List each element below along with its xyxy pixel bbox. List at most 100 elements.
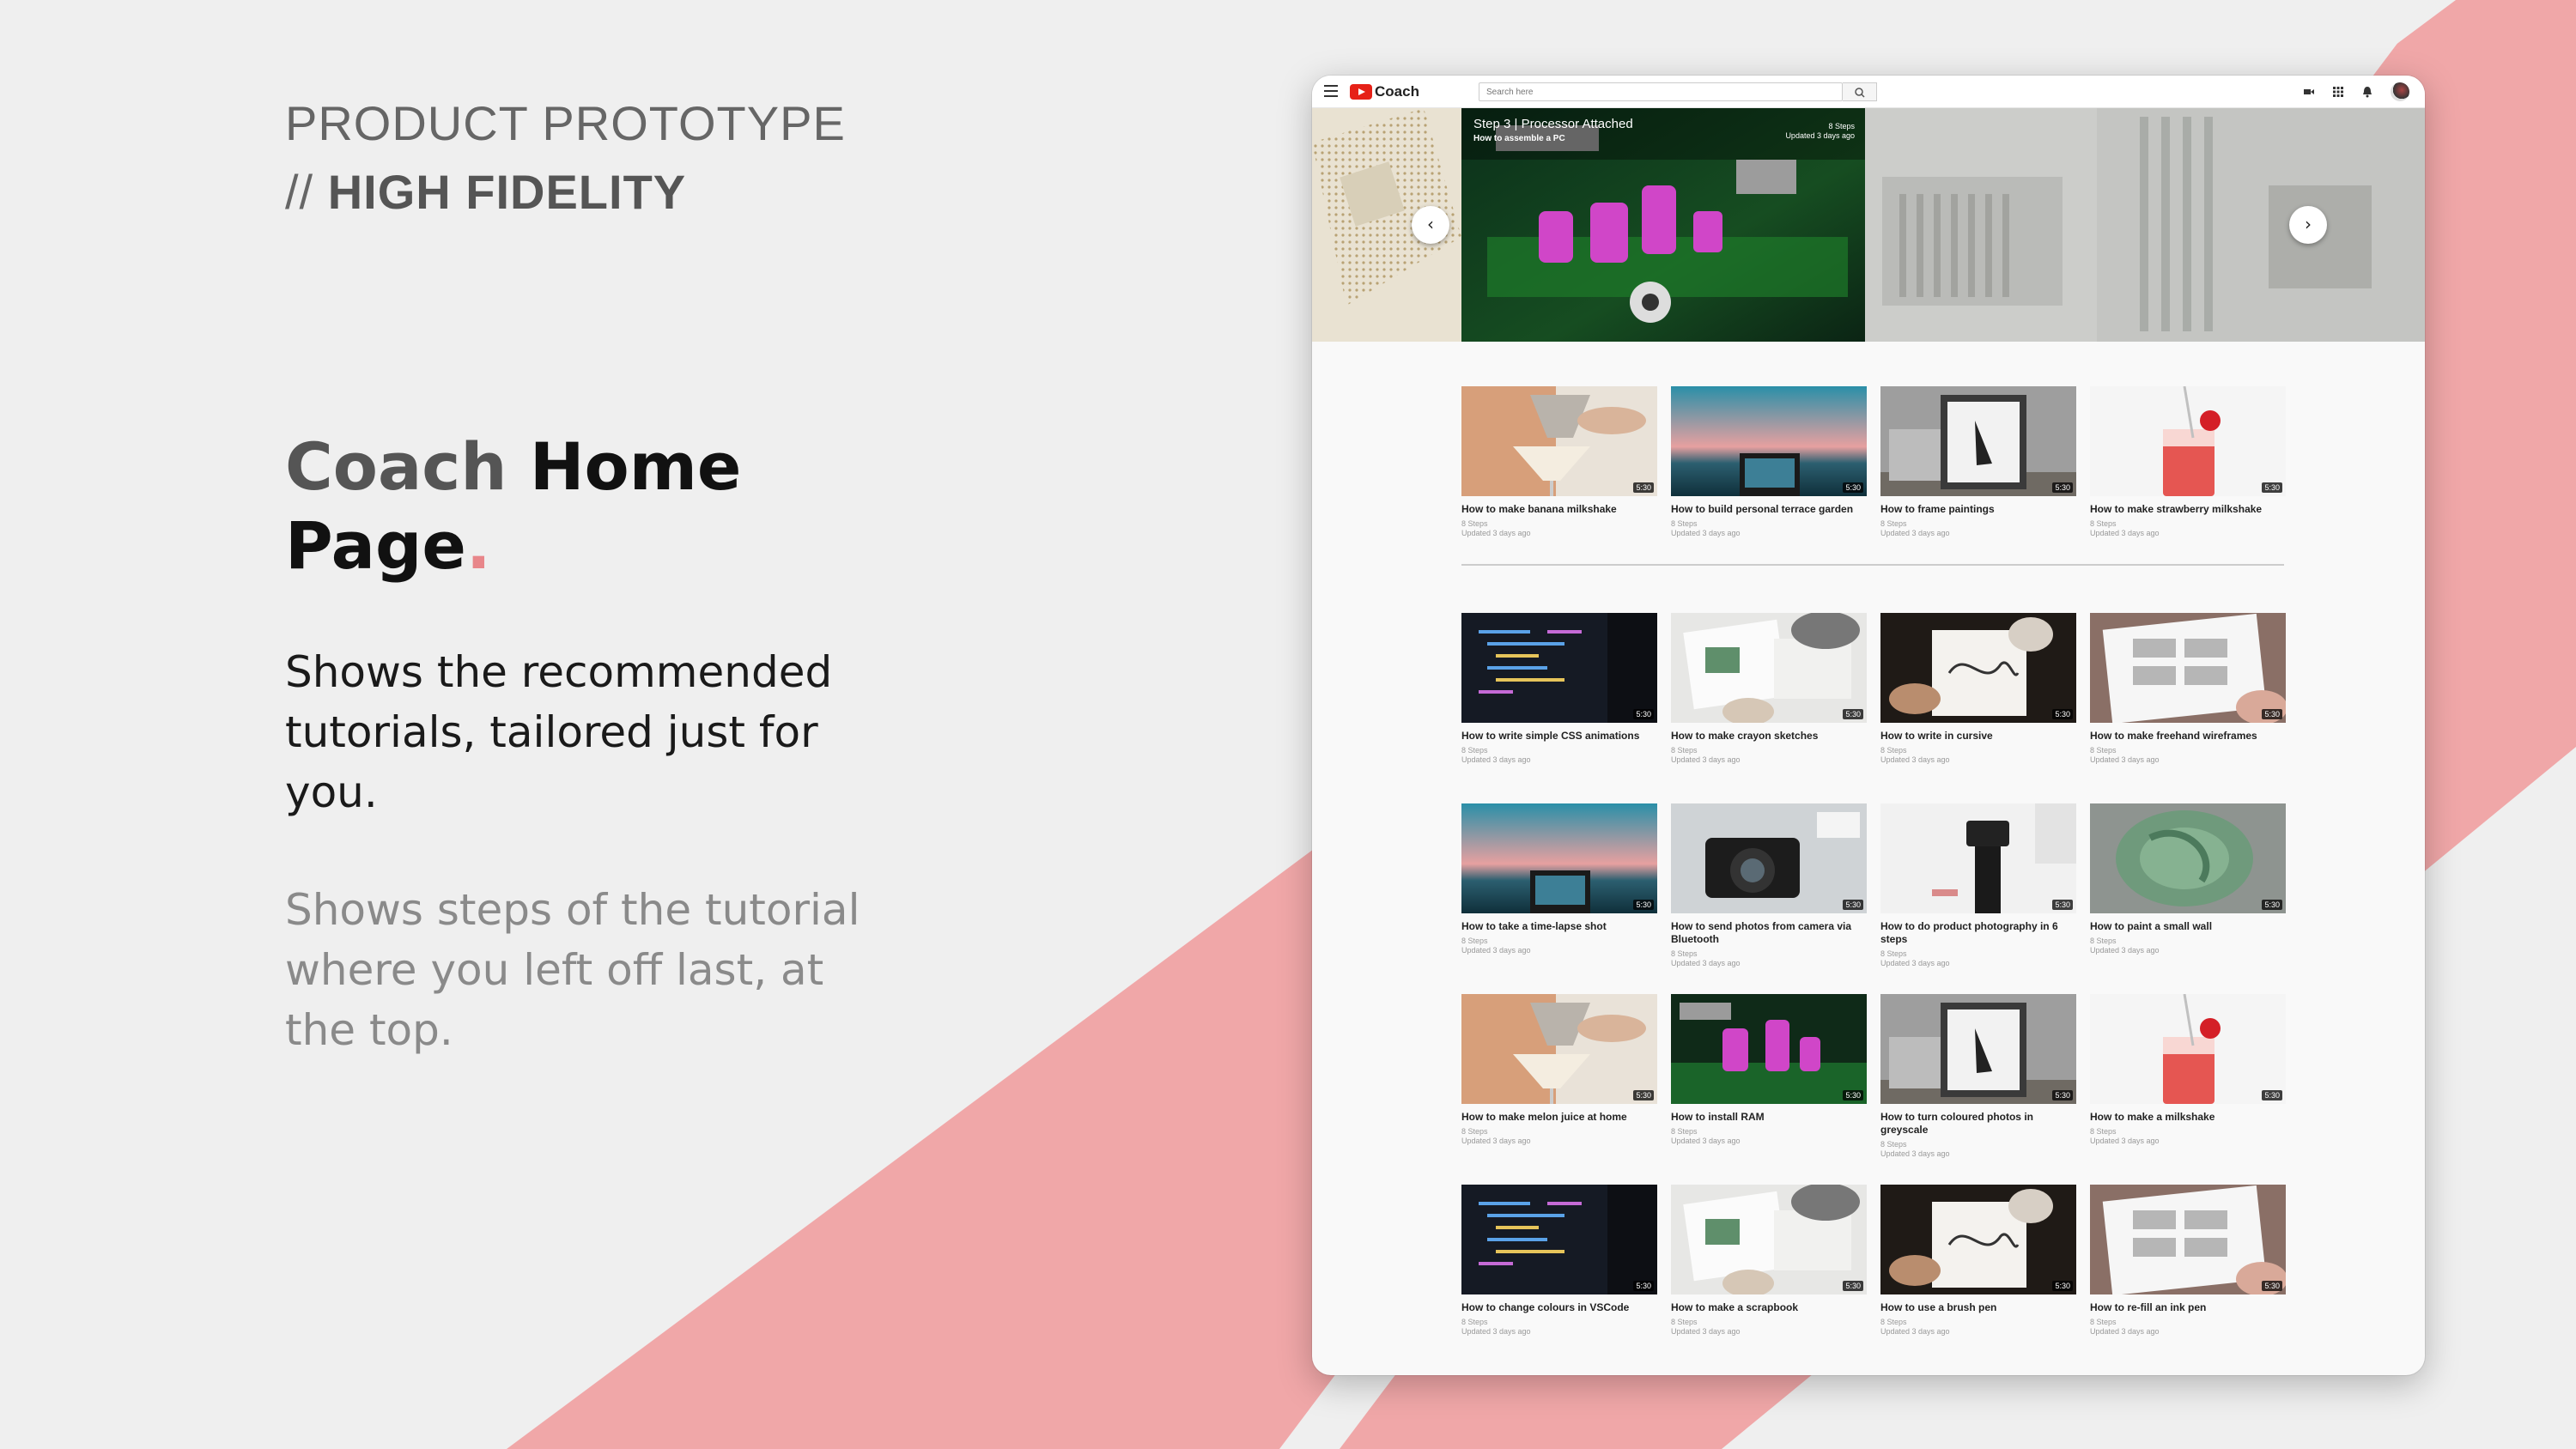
tutorial-card[interactable]: 5:30 How to build personal terrace garde… (1671, 386, 1867, 538)
duration-badge: 5:30 (1633, 900, 1654, 910)
tutorial-title[interactable]: How to change colours in VSCode (1461, 1301, 1657, 1314)
tutorial-meta: 8 Steps Updated 3 days ago (1671, 519, 1867, 538)
duration-badge: 5:30 (1843, 900, 1863, 910)
tutorial-card[interactable]: 5:30 How to do product photography in 6 … (1880, 803, 2076, 968)
logo[interactable]: Coach (1350, 83, 1419, 100)
tutorial-thumbnail[interactable]: 5:30 (1461, 613, 1657, 723)
tutorial-steps: 8 Steps (1880, 1318, 1907, 1326)
tutorial-title[interactable]: How to install RAM (1671, 1111, 1867, 1124)
tutorial-updated: Updated 3 days ago (1880, 1149, 1950, 1158)
tutorial-steps: 8 Steps (1461, 519, 1488, 528)
tutorial-title[interactable]: How to make banana milkshake (1461, 503, 1657, 516)
tutorial-title[interactable]: How to paint a small wall (2090, 920, 2286, 933)
tutorial-title[interactable]: How to make crayon sketches (1671, 730, 1867, 743)
tutorial-steps: 8 Steps (2090, 1318, 2117, 1326)
tutorial-title[interactable]: How to make a scrapbook (1671, 1301, 1867, 1314)
tutorial-card[interactable]: 5:30 How to make banana milkshake 8 Step… (1461, 386, 1657, 538)
tutorial-card[interactable]: 5:30 How to make a scrapbook 8 Steps Upd… (1671, 1185, 1867, 1337)
avatar[interactable] (2391, 82, 2409, 101)
tutorial-card[interactable]: 5:30 How to frame paintings 8 Steps Upda… (1880, 386, 2076, 538)
tutorial-title[interactable]: How to make strawberry milkshake (2090, 503, 2286, 516)
duration-badge: 5:30 (2262, 900, 2282, 910)
tutorial-card[interactable]: 5:30 How to make freehand wireframes 8 S… (2090, 613, 2286, 765)
tutorial-card[interactable]: 5:30 How to write simple CSS animations … (1461, 613, 1657, 765)
apps-grid-icon[interactable] (2332, 86, 2344, 98)
tutorial-card[interactable]: 5:30 How to re-fill an ink pen 8 Steps U… (2090, 1185, 2286, 1337)
tutorial-card[interactable]: 5:30 How to make a milkshake 8 Steps Upd… (2090, 994, 2286, 1146)
tutorial-thumbnail[interactable]: 5:30 (2090, 1185, 2286, 1294)
tutorial-thumbnail[interactable]: 5:30 (1461, 994, 1657, 1104)
tutorial-title[interactable]: How to write in cursive (1880, 730, 2076, 743)
tutorial-thumbnail[interactable]: 5:30 (1880, 1185, 2076, 1294)
tutorial-meta: 8 Steps Updated 3 days ago (2090, 746, 2286, 765)
tutorial-title[interactable]: How to take a time-lapse shot (1461, 920, 1657, 933)
tutorial-thumbnail[interactable]: 5:30 (1461, 803, 1657, 913)
tutorial-card[interactable]: 5:30 How to make strawberry milkshake 8 … (2090, 386, 2286, 538)
tutorial-title[interactable]: How to make a milkshake (2090, 1111, 2286, 1124)
tutorial-title[interactable]: How to make freehand wireframes (2090, 730, 2286, 743)
tutorial-thumbnail[interactable]: 5:30 (2090, 994, 2286, 1104)
search-button[interactable] (1843, 82, 1877, 101)
duration-badge: 5:30 (2052, 900, 2073, 910)
app-mockup: Coach Search here Step 3 | Processor Att… (1312, 76, 2425, 1375)
tutorial-meta: 8 Steps Updated 3 days ago (2090, 1127, 2286, 1146)
title-dot: . (465, 507, 491, 584)
tutorial-card[interactable]: 5:30 How to use a brush pen 8 Steps Upda… (1880, 1185, 2076, 1337)
tutorial-title[interactable]: How to turn coloured photos in greyscale (1880, 1111, 2076, 1137)
tutorial-thumbnail[interactable]: 5:30 (1461, 1185, 1657, 1294)
tutorial-thumbnail[interactable]: 5:30 (2090, 613, 2286, 723)
tutorial-thumbnail[interactable]: 5:30 (1671, 613, 1867, 723)
tutorial-thumbnail[interactable]: 5:30 (1880, 613, 2076, 723)
tutorial-title[interactable]: How to send photos from camera via Bluet… (1671, 920, 1867, 946)
eyebrow-fidelity: HIGH FIDELITY (327, 165, 687, 219)
tutorial-title[interactable]: How to write simple CSS animations (1461, 730, 1657, 743)
tutorial-steps: 8 Steps (1880, 519, 1907, 528)
tutorial-title[interactable]: How to use a brush pen (1880, 1301, 2076, 1314)
duration-badge: 5:30 (2052, 709, 2073, 719)
tutorial-updated: Updated 3 days ago (2090, 529, 2160, 537)
tutorial-title[interactable]: How to build personal terrace garden (1671, 503, 1867, 516)
tutorial-title[interactable]: How to re-fill an ink pen (2090, 1301, 2286, 1314)
tutorial-thumbnail[interactable]: 5:30 (1461, 386, 1657, 496)
tutorial-thumbnail[interactable]: 5:30 (1671, 994, 1867, 1104)
tutorial-card[interactable]: 5:30 How to make crayon sketches 8 Steps… (1671, 613, 1867, 765)
tutorial-thumbnail[interactable]: 5:30 (2090, 386, 2286, 496)
tutorial-thumbnail[interactable]: 5:30 (2090, 803, 2286, 913)
tutorial-title[interactable]: How to make melon juice at home (1461, 1111, 1657, 1124)
tutorial-thumbnail[interactable]: 5:30 (1880, 386, 2076, 496)
video-camera-icon[interactable] (2303, 86, 2315, 98)
tutorial-title[interactable]: How to frame paintings (1880, 503, 2076, 516)
tutorial-card[interactable]: 5:30 How to take a time-lapse shot 8 Ste… (1461, 803, 1657, 955)
eyebrow-line-2: // HIGH FIDELITY (285, 158, 846, 227)
tutorial-card[interactable]: 5:30 How to turn coloured photos in grey… (1880, 994, 2076, 1159)
tutorial-updated: Updated 3 days ago (1461, 755, 1531, 764)
tutorial-thumbnail[interactable]: 5:30 (1671, 803, 1867, 913)
duration-badge: 5:30 (1843, 482, 1863, 493)
tutorial-card[interactable]: 5:30 How to make melon juice at home 8 S… (1461, 994, 1657, 1146)
tutorial-steps: 8 Steps (1880, 746, 1907, 755)
tutorial-updated: Updated 3 days ago (1461, 946, 1531, 955)
bell-icon[interactable] (2361, 86, 2373, 98)
tutorial-card[interactable]: 5:30 How to change colours in VSCode 8 S… (1461, 1185, 1657, 1337)
tutorial-thumbnail[interactable]: 5:30 (1671, 1185, 1867, 1294)
tutorial-thumbnail[interactable]: 5:30 (1671, 386, 1867, 496)
carousel-next-button[interactable]: › (2289, 206, 2327, 244)
description-secondary: Shows steps of the tutorial where you le… (285, 885, 860, 1055)
tutorial-steps: 8 Steps (1671, 1318, 1698, 1326)
carousel-prev-button[interactable]: ‹ (1412, 206, 1449, 244)
search-input[interactable] (1479, 82, 1843, 101)
brand-name: Coach (1375, 83, 1419, 100)
tutorial-thumbnail[interactable]: 5:30 (1880, 994, 2076, 1104)
tutorial-title[interactable]: How to do product photography in 6 steps (1880, 920, 2076, 946)
tutorial-card[interactable]: 5:30 How to install RAM 8 Steps Updated … (1671, 994, 1867, 1146)
menu-icon[interactable] (1324, 85, 1338, 97)
tutorial-thumbnail[interactable]: 5:30 (1880, 803, 2076, 913)
tutorial-card[interactable]: 5:30 How to paint a small wall 8 Steps U… (2090, 803, 2286, 955)
tutorial-steps: 8 Steps (1671, 1127, 1698, 1136)
title-coach: Coach (285, 428, 507, 505)
tutorial-card[interactable]: 5:30 How to write in cursive 8 Steps Upd… (1880, 613, 2076, 765)
hero-step-title: Step 3 | Processor Attached (1473, 117, 1633, 131)
tutorial-updated: Updated 3 days ago (2090, 755, 2160, 764)
duration-badge: 5:30 (2052, 1090, 2073, 1100)
tutorial-card[interactable]: 5:30 How to send photos from camera via … (1671, 803, 1867, 968)
